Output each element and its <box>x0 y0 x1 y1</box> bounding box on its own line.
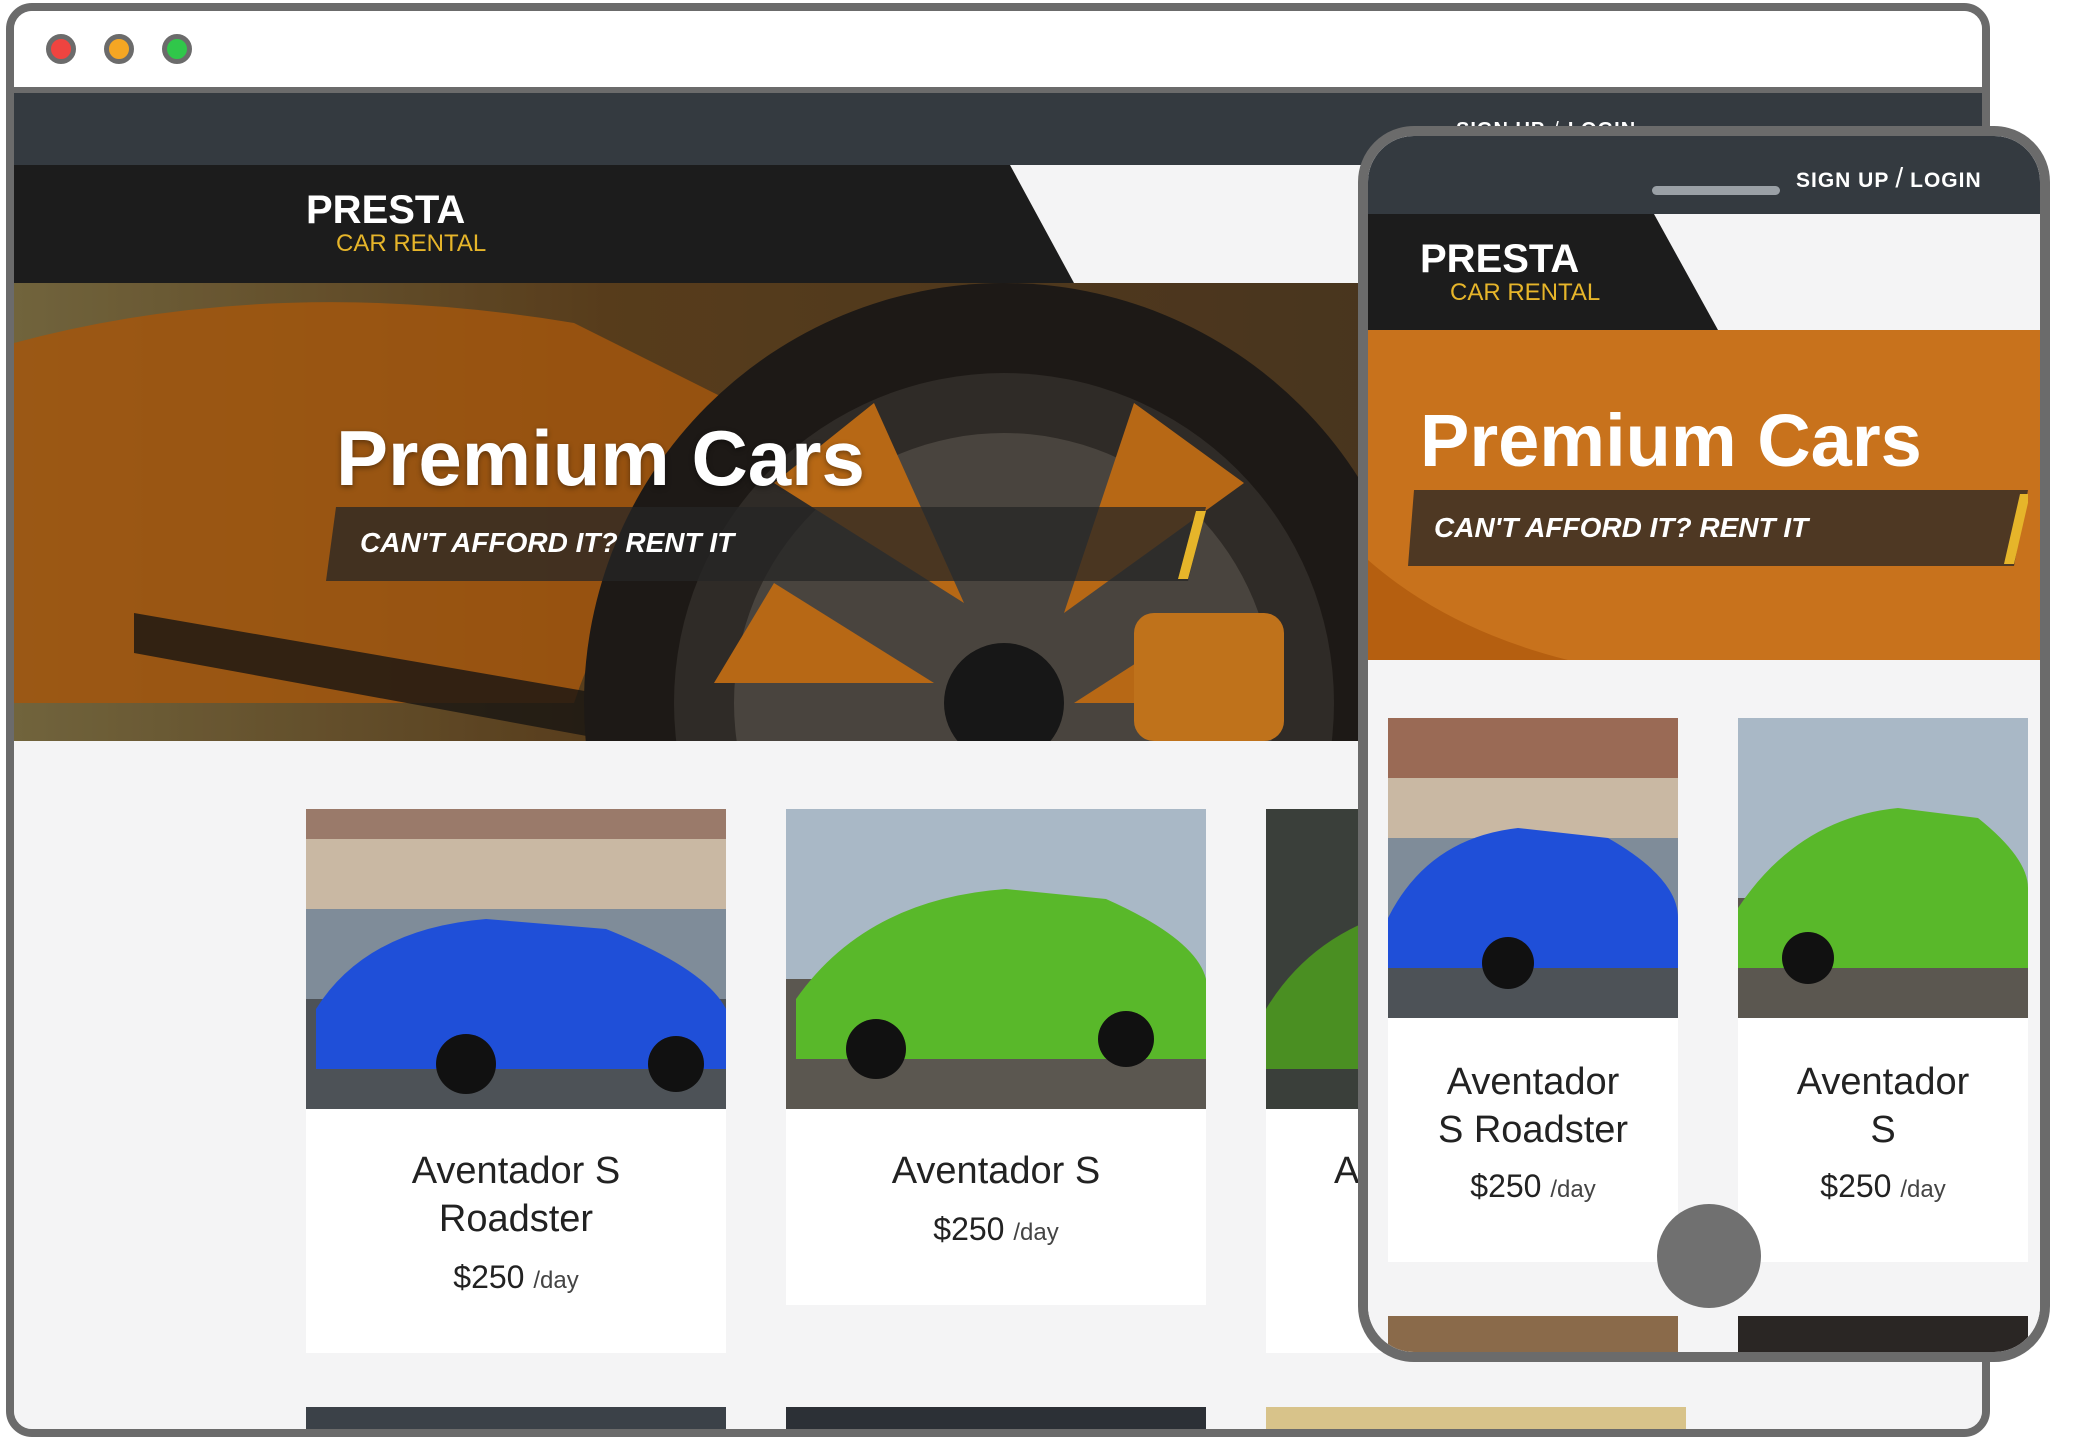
car-card-partial[interactable] <box>1266 1407 1686 1429</box>
car-card-partial[interactable] <box>786 1407 1206 1429</box>
car-photo-green-coupe <box>1738 718 2028 1018</box>
car-card[interactable]: Aventador S Roadster $250 /day <box>306 809 726 1353</box>
mobile-hero-banner: Premium Cars CAN'T AFFORD IT? RENT IT <box>1368 330 2040 660</box>
car-image[interactable] <box>306 809 726 1109</box>
mobile-auth-separator: / <box>1895 162 1905 193</box>
price-unit: /day <box>533 1267 579 1294</box>
mobile-hero-title: Premium Cars <box>1420 399 1922 482</box>
mobile-top-nav-bar: SIGN UP / LOGIN <box>1368 136 2040 214</box>
price-amount: $250 <box>1820 1168 1892 1204</box>
car-card-partial[interactable] <box>306 1407 726 1429</box>
mobile-car-name: Aventador S Roadster <box>1388 1058 1678 1154</box>
browser-titlebar <box>14 11 1982 93</box>
car-image[interactable] <box>786 809 1206 1109</box>
car-photo-blue-roadster <box>306 809 726 1109</box>
mobile-logo-name: PRESTA <box>1420 237 1580 281</box>
mobile-hero-tagline-banner: CAN'T AFFORD IT? RENT IT <box>1408 490 2028 566</box>
price-amount: $250 <box>453 1259 525 1295</box>
price-amount: $250 <box>1470 1168 1542 1204</box>
car-name-line-1: Aventador <box>1446 1061 1620 1103</box>
mobile-login-link[interactable]: LOGIN <box>1910 169 1982 192</box>
mobile-car-card-partial[interactable] <box>1738 1316 2028 1352</box>
minimize-window-button[interactable] <box>104 34 134 64</box>
site-logo[interactable]: PRESTA CAR RENTAL <box>306 189 486 257</box>
mobile-site-logo[interactable]: PRESTA CAR RENTAL <box>1420 238 1600 306</box>
mobile-brand-header: PRESTA CAR RENTAL <box>1368 214 2040 330</box>
car-price: $250 /day <box>306 1259 726 1296</box>
car-photo-green-coupe <box>786 809 1206 1109</box>
price-unit: /day <box>1013 1219 1059 1246</box>
hero-tagline-banner: CAN'T AFFORD IT? RENT IT <box>326 507 1206 581</box>
car-photo-blue-roadster <box>1388 718 1678 1018</box>
mobile-car-card[interactable]: Aventador S $250 /day <box>1738 718 2028 1262</box>
mobile-logo-tagline: CAR RENTAL <box>1450 279 1601 306</box>
price-unit: /day <box>1550 1176 1596 1203</box>
mobile-hero-tagline: CAN'T AFFORD IT? RENT IT <box>1434 512 1809 543</box>
mobile-viewport: SIGN UP / LOGIN PRESTA CAR RENTAL Premium … <box>1368 136 2040 1352</box>
hero-title: Premium Cars <box>336 414 865 502</box>
logo-name: PRESTA <box>306 188 466 232</box>
mobile-car-price: $250 /day <box>1388 1168 1678 1205</box>
mobile-car-price: $250 /day <box>1738 1168 2028 1205</box>
mobile-car-image[interactable] <box>1388 718 1678 1018</box>
phone-speaker <box>1652 186 1780 195</box>
car-name-line-1: Aventador <box>1796 1061 1970 1103</box>
mobile-car-name: Aventador S <box>1738 1058 2028 1154</box>
car-price: $250 /day <box>786 1211 1206 1248</box>
logo-tagline: CAR RENTAL <box>336 230 487 257</box>
mobile-car-card-partial[interactable] <box>1388 1316 1678 1352</box>
mobile-phone-frame: SIGN UP / LOGIN PRESTA CAR RENTAL Premium … <box>1358 126 2050 1362</box>
mobile-signup-link[interactable]: SIGN UP <box>1796 169 1889 192</box>
car-name-line-2: S Roadster <box>1437 1109 1629 1151</box>
price-amount: $250 <box>933 1211 1005 1247</box>
car-card[interactable]: Aventador S $250 /day <box>786 809 1206 1305</box>
price-unit: /day <box>1900 1176 1946 1203</box>
car-name-line-2: S <box>1870 1109 1896 1151</box>
mobile-car-card[interactable]: Aventador S Roadster $250 /day <box>1388 718 1678 1262</box>
car-name: Aventador S Roadster <box>411 1150 621 1240</box>
car-name: Aventador S <box>891 1150 1101 1192</box>
mobile-auth-links: SIGN UP / LOGIN <box>1796 162 1982 194</box>
close-window-button[interactable] <box>46 34 76 64</box>
hero-tagline: CAN'T AFFORD IT? RENT IT <box>360 527 735 558</box>
mobile-car-image[interactable] <box>1738 718 2028 1018</box>
maximize-window-button[interactable] <box>162 34 192 64</box>
phone-home-button[interactable] <box>1657 1204 1761 1308</box>
